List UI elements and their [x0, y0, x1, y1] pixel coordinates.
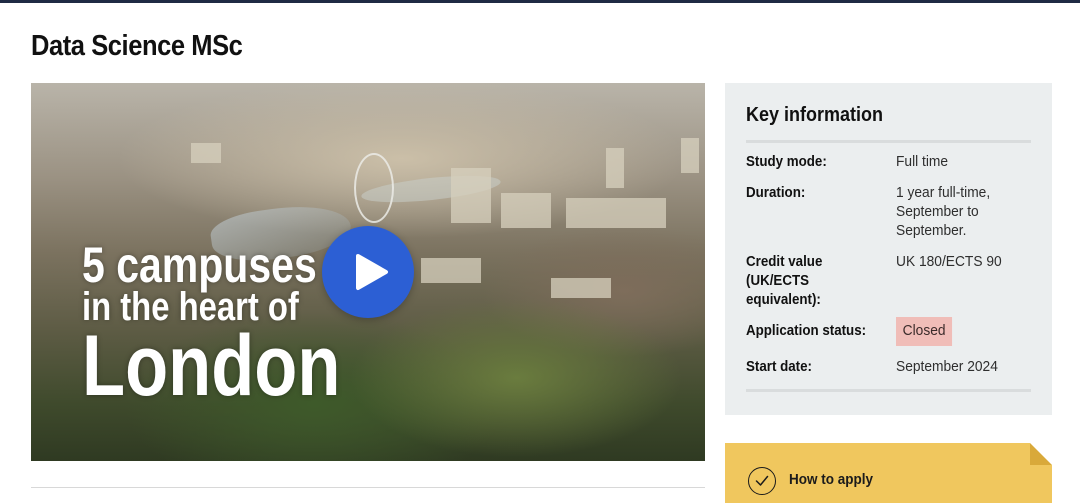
page-title: Data Science MSc: [31, 30, 243, 62]
divider: [746, 140, 1031, 143]
application-status-value: Closed: [896, 317, 1024, 346]
duration-row: Duration: 1 year full-time, September to…: [746, 184, 1031, 241]
study-mode-value: Full time: [896, 154, 949, 170]
divider: [31, 487, 705, 488]
corner-fold: [1030, 443, 1052, 465]
status-badge: Closed: [896, 317, 953, 346]
application-status-row: Application status: Closed: [746, 317, 1031, 346]
start-date-value: September 2024: [896, 359, 998, 375]
top-border: [0, 0, 1080, 3]
credit-value-value: UK 180/ECTS 90: [896, 254, 1002, 270]
video-thumbnail-detail: [354, 153, 394, 223]
study-mode-row: Study mode: Full time: [746, 153, 1031, 172]
key-information-title: Key information: [746, 104, 884, 126]
video-overlay-line-1: 5 campuses: [82, 237, 317, 293]
start-date-label: Start date:: [746, 359, 812, 375]
play-icon: [356, 254, 388, 290]
duration-label: Duration:: [746, 185, 806, 201]
key-information-card: Key information Study mode: Full time Du…: [725, 83, 1052, 415]
study-mode-label: Study mode:: [746, 154, 827, 170]
credit-value-label: Credit value (UK/ECTS equivalent):: [746, 254, 823, 308]
credit-value-row: Credit value (UK/ECTS equivalent): UK 18…: [746, 253, 1031, 310]
play-button[interactable]: [322, 226, 414, 318]
video-player[interactable]: 5 campuses in the heart of London: [31, 83, 705, 461]
video-overlay-line-3: London: [82, 318, 341, 414]
duration-value: 1 year full-time, September to September…: [896, 185, 991, 239]
key-information-list: Study mode: Full time Duration: 1 year f…: [746, 153, 1031, 377]
how-to-apply-label: How to apply: [789, 471, 874, 488]
divider: [746, 389, 1031, 392]
how-to-apply-button[interactable]: How to apply: [725, 443, 1052, 503]
start-date-row: Start date: September 2024: [746, 358, 1031, 377]
check-circle-icon: [748, 467, 776, 495]
application-status-label: Application status:: [746, 323, 867, 339]
